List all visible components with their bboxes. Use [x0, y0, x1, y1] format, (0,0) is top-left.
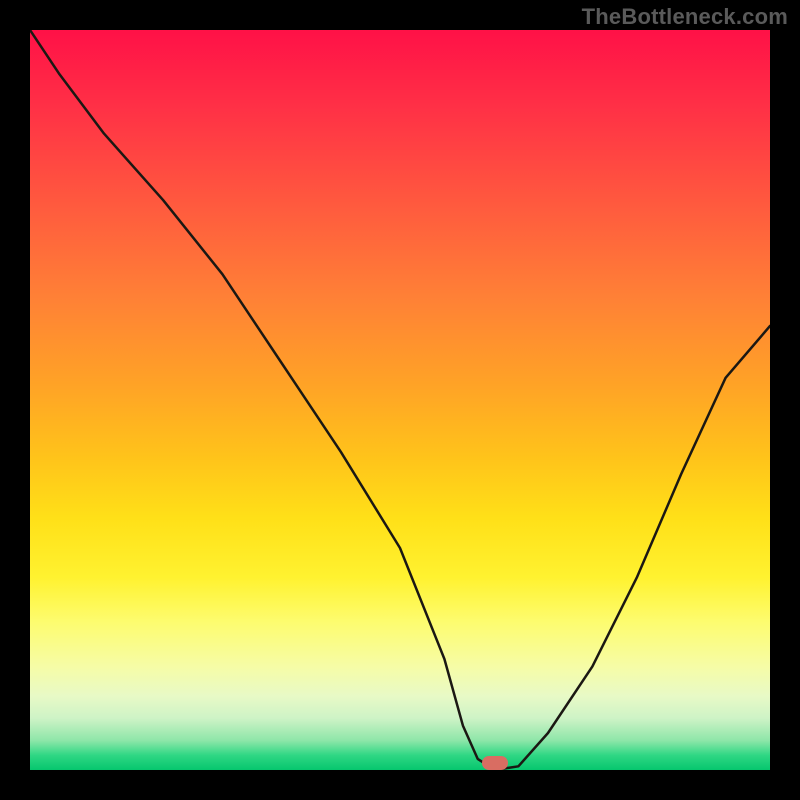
watermark-text: TheBottleneck.com [582, 4, 788, 30]
plot-area [30, 30, 770, 770]
optimal-point-marker [482, 756, 508, 770]
chart-frame: TheBottleneck.com [0, 0, 800, 800]
bottleneck-curve [30, 30, 770, 770]
